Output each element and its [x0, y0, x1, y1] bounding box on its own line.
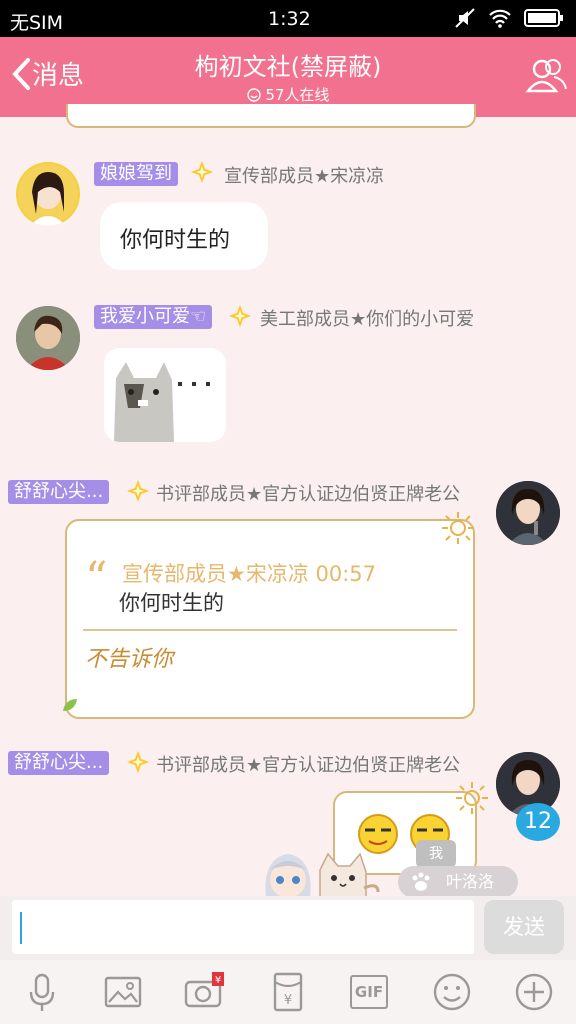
image-icon[interactable]: [103, 972, 143, 1012]
carrier-label: 无SIM: [10, 12, 64, 34]
rank-star-icon: [127, 480, 149, 502]
microphone-icon[interactable]: [22, 972, 62, 1012]
red-packet-icon[interactable]: ¥: [268, 972, 308, 1012]
composer-bar: 发送: [0, 896, 576, 960]
rank-star-icon: [127, 751, 149, 773]
live-user-name: 叶洛洛: [446, 872, 495, 891]
unread-count-badge[interactable]: 12: [516, 803, 560, 841]
paw-icon: [412, 872, 430, 891]
group-members-button[interactable]: [524, 53, 568, 101]
member-role: 美工部成员★你们的小可爱: [260, 309, 475, 330]
me-tag: 我: [416, 840, 456, 868]
nickname-badge: 我爱小可爱☜: [94, 305, 213, 329]
divider: [83, 629, 457, 631]
message-input[interactable]: [12, 900, 474, 954]
mute-icon: [455, 8, 475, 28]
avatar[interactable]: [16, 162, 80, 226]
previous-card-bottom: [66, 104, 476, 128]
message-text: 你何时生的: [120, 228, 231, 253]
quote-meta: 宣传部成员★宋凉凉 00:57: [122, 562, 377, 586]
smile-icon: [246, 88, 261, 102]
quote-reply-card[interactable]: “ 宣传部成员★宋凉凉 00:57 你何时生的 不告诉你: [63, 512, 475, 719]
status-bar: 无SIM 1:32: [0, 0, 576, 37]
online-label: 57人在线: [265, 86, 330, 104]
leaf-icon: [63, 699, 77, 711]
text-cursor: [20, 912, 22, 944]
message-bubble[interactable]: 你何时生的: [100, 202, 268, 270]
gif-button[interactable]: GIF: [350, 975, 388, 1009]
quote-mark-icon: “: [85, 553, 108, 604]
sun-icon: [442, 512, 474, 544]
cat-sticker-image: [104, 348, 226, 442]
reply-text: 不告诉你: [85, 647, 174, 672]
send-button[interactable]: 发送: [484, 900, 564, 954]
live-user-pill[interactable]: 叶洛洛: [398, 866, 518, 898]
group-title: 枸初文社(禁屏蔽): [194, 53, 382, 81]
rank-star-icon: [229, 305, 251, 327]
people-icon: [525, 59, 567, 93]
smirk-emoji-icon: [358, 814, 398, 854]
nickname-badge: 舒舒心尖...: [8, 751, 110, 775]
wifi-icon: [489, 9, 511, 28]
member-role: 宣传部成员★宋凉凉: [224, 166, 385, 187]
member-role: 书评部成员★官方认证边伯贤正牌老公: [156, 484, 461, 505]
svg-text:¥: ¥: [215, 975, 221, 986]
avatar[interactable]: [16, 306, 80, 370]
avatar[interactable]: [496, 481, 560, 545]
nickname-badge: 娘娘驾到: [94, 162, 178, 186]
emoji-icon[interactable]: [432, 972, 472, 1012]
clock: 1:32: [268, 8, 311, 30]
sun-icon: [456, 782, 488, 814]
plus-icon[interactable]: [514, 972, 554, 1012]
svg-text:¥: ¥: [284, 993, 292, 1008]
member-role: 书评部成员★官方认证边伯贤正牌老公: [156, 755, 461, 776]
online-count: 57人在线: [0, 84, 576, 105]
gif-label: GIF: [354, 983, 384, 1001]
rank-star-icon: [191, 161, 213, 183]
cat-mascot-sticker: [319, 852, 380, 898]
battery-icon: [524, 9, 563, 27]
red-packet-camera-icon[interactable]: ¥: [184, 972, 224, 1012]
quoted-text: 你何时生的: [119, 591, 224, 615]
anime-girl-sticker: [265, 854, 311, 898]
nickname-badge: 舒舒心尖...: [8, 480, 110, 504]
image-message[interactable]: [104, 348, 226, 442]
composer-toolbar: ¥ ¥ GIF: [0, 960, 576, 1024]
